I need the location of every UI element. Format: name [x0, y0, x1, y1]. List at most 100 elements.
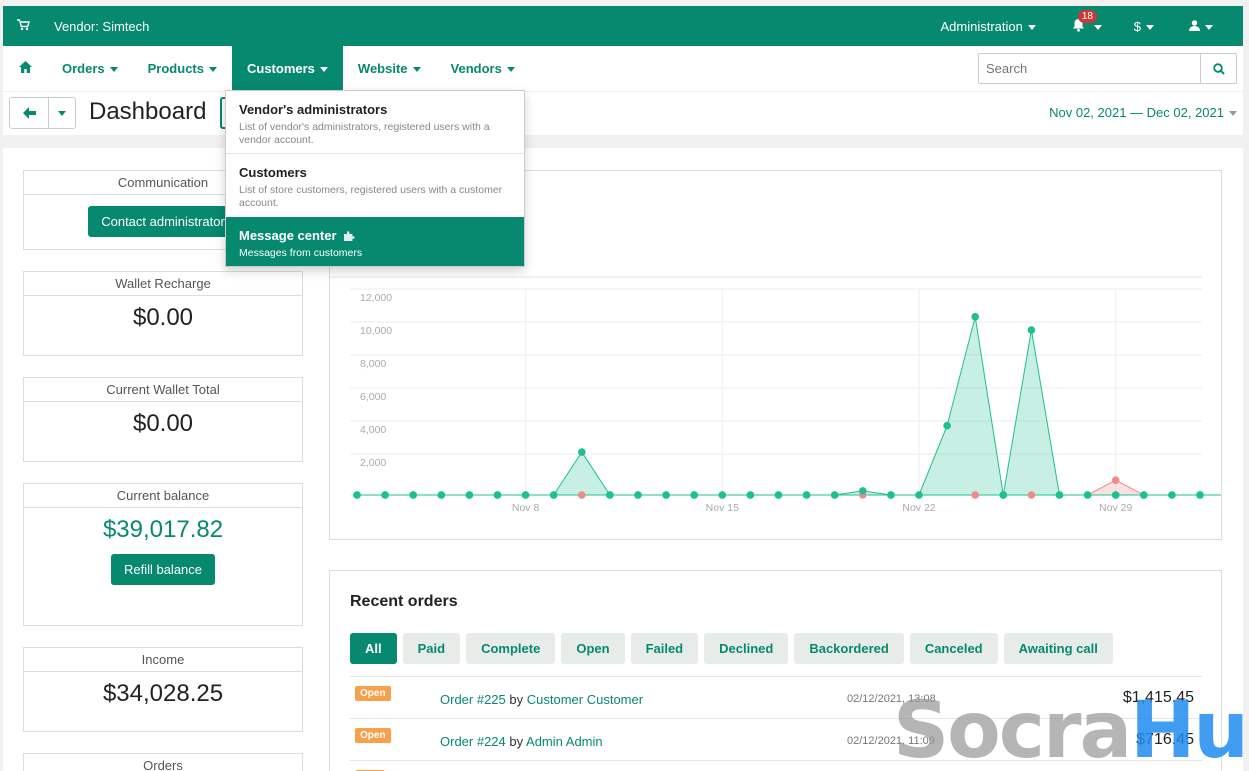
vendor-label[interactable]: Vendor: Simtech — [54, 19, 149, 34]
menu-item-customers[interactable]: Customers List of store customers, regis… — [226, 154, 524, 217]
y-tick-label: 8,000 — [360, 358, 386, 370]
chevron-down-icon — [1205, 24, 1213, 30]
menu-item-vendor-administrators[interactable]: Vendor's administrators List of vendor's… — [226, 91, 524, 154]
home-icon[interactable] — [3, 61, 47, 76]
data-point[interactable] — [578, 448, 586, 456]
cart-icon[interactable] — [3, 18, 43, 34]
data-point[interactable] — [718, 491, 727, 499]
menu-item-message-center[interactable]: Message center Messages from customers — [226, 217, 524, 266]
nav-vendors[interactable]: Vendors — [436, 46, 530, 91]
data-point[interactable] — [1168, 491, 1176, 499]
card-value: $0.00 — [132, 410, 194, 437]
chevron-down-icon — [58, 110, 66, 116]
data-point[interactable] — [606, 491, 614, 499]
series-area — [357, 479, 1229, 496]
data-point[interactable] — [634, 491, 642, 499]
nav-products[interactable]: Products — [133, 46, 232, 91]
nav-orders[interactable]: Orders — [47, 46, 133, 91]
data-point[interactable] — [662, 491, 670, 499]
data-point[interactable] — [1111, 476, 1120, 484]
administration-menu[interactable]: Administration — [941, 19, 1036, 34]
data-point[interactable] — [943, 421, 951, 430]
card-value: $34,028.25 — [102, 680, 224, 707]
back-button[interactable] — [9, 97, 49, 129]
order-status-tabs: All Paid Complete Open Failed Declined B… — [350, 633, 1113, 664]
orders-card: Orders — [23, 753, 303, 771]
contact-administrator-button[interactable]: Contact administrator — [88, 206, 238, 237]
user-menu[interactable] — [1189, 19, 1213, 34]
search-icon — [1212, 62, 1225, 75]
tab-canceled[interactable]: Canceled — [909, 633, 998, 664]
puzzle-icon — [344, 231, 355, 241]
tab-failed[interactable]: Failed — [630, 633, 699, 664]
series-area — [357, 316, 1229, 496]
tab-complete[interactable]: Complete — [466, 633, 556, 664]
watermark-logo: SocraHub — [893, 686, 1249, 771]
chevron-down-icon — [319, 67, 328, 73]
data-point[interactable] — [690, 491, 698, 499]
data-point[interactable] — [578, 491, 586, 499]
data-point[interactable] — [437, 491, 446, 499]
tab-paid[interactable]: Paid — [402, 633, 461, 664]
nav-website[interactable]: Website — [343, 46, 436, 91]
data-point[interactable] — [1140, 491, 1148, 499]
chevron-down-icon — [109, 67, 118, 73]
card-label: Current balance — [24, 484, 302, 508]
currency-menu[interactable]: $ — [1134, 19, 1154, 34]
tab-awaiting-call[interactable]: Awaiting call — [1003, 633, 1113, 664]
tab-all[interactable]: All — [350, 633, 397, 664]
data-point[interactable] — [465, 491, 474, 499]
chevron-down-icon — [208, 67, 217, 73]
data-point[interactable] — [1055, 491, 1064, 499]
status-badge: Open — [355, 728, 391, 743]
tab-open[interactable]: Open — [561, 633, 625, 664]
data-point[interactable] — [353, 491, 361, 499]
search-button[interactable] — [1200, 54, 1236, 83]
data-point[interactable] — [971, 313, 979, 321]
tab-declined[interactable]: Declined — [704, 633, 789, 664]
data-point[interactable] — [1196, 491, 1204, 499]
chevron-down-icon — [1093, 25, 1102, 31]
data-point[interactable] — [381, 491, 389, 499]
chevron-down-icon — [1146, 24, 1154, 30]
chevron-down-icon — [412, 67, 421, 73]
search-box — [978, 53, 1237, 84]
data-point[interactable] — [521, 491, 530, 499]
wallet-recharge-card: Wallet Recharge $0.00 — [23, 271, 303, 356]
nav-customers[interactable]: Customers — [231, 46, 343, 91]
search-input[interactable] — [979, 54, 1200, 83]
data-point[interactable] — [1027, 491, 1036, 499]
chevron-down-icon — [1229, 111, 1237, 117]
data-point[interactable] — [493, 491, 502, 499]
data-point[interactable] — [1027, 326, 1036, 334]
current-balance-card: Current balance $39,017.82 Refill balanc… — [23, 483, 303, 626]
customer-link[interactable]: Admin Admin — [526, 734, 603, 749]
data-point[interactable] — [774, 491, 783, 499]
order-link[interactable]: Order #225 — [440, 692, 506, 707]
customer-link[interactable]: Customer Customer — [527, 692, 643, 707]
data-point[interactable] — [409, 491, 417, 499]
data-point[interactable] — [830, 491, 839, 499]
data-point[interactable] — [915, 491, 923, 499]
refill-balance-button[interactable]: Refill balance — [110, 554, 216, 585]
order-link[interactable]: Order #224 — [440, 734, 506, 749]
user-icon — [1189, 19, 1200, 31]
data-point[interactable] — [1083, 491, 1092, 499]
history-dropdown-button[interactable] — [49, 97, 76, 129]
data-point[interactable] — [802, 491, 811, 499]
menu-item-description: List of vendor's administrators, registe… — [239, 121, 490, 146]
data-point[interactable] — [971, 491, 979, 499]
data-point[interactable] — [859, 487, 867, 495]
data-point[interactable] — [999, 491, 1008, 499]
arrow-left-icon — [22, 107, 36, 119]
card-value: $39,017.82 — [102, 516, 224, 543]
notifications-button[interactable]: 18 — [1072, 9, 1102, 35]
order-title: Order #225 by Customer Customer — [440, 692, 644, 707]
data-point[interactable] — [1111, 491, 1120, 499]
data-point[interactable] — [746, 491, 755, 499]
data-point[interactable] — [549, 491, 558, 499]
date-range-picker[interactable]: Nov 02, 2021 — Dec 02, 2021 — [1049, 105, 1237, 120]
menu-item-title: Message center — [239, 228, 511, 243]
tab-backordered[interactable]: Backordered — [794, 633, 904, 664]
data-point[interactable] — [887, 491, 895, 499]
